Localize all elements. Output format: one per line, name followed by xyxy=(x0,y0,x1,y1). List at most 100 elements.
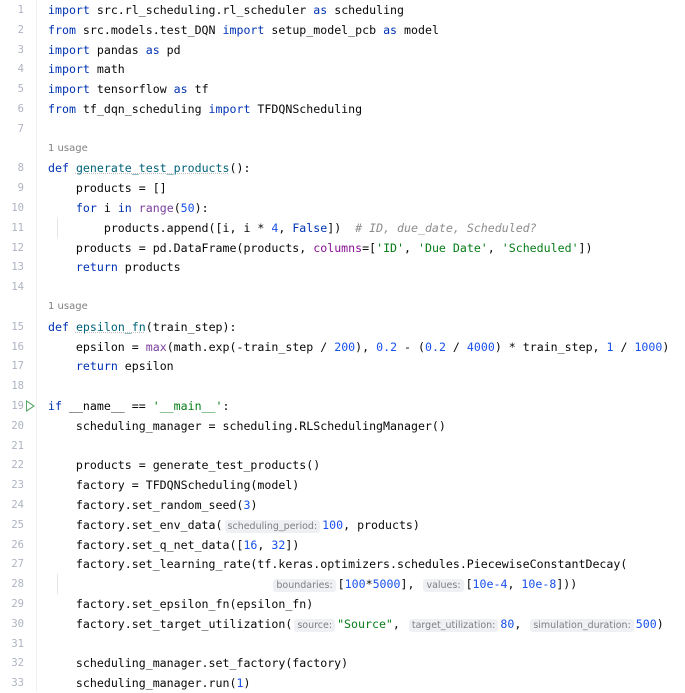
code-content[interactable]: factory.set_learning_rate(tf.keras.optim… xyxy=(48,554,627,574)
code-content[interactable]: def generate_test_products(): xyxy=(48,158,250,178)
code-line: 19 if __name__ == '__main__': xyxy=(0,396,685,416)
line-number: 3 xyxy=(17,43,24,56)
code-text: products = generate_test_products() xyxy=(48,458,321,473)
keyword: as xyxy=(383,22,398,37)
code-text: / xyxy=(613,339,635,354)
code-content[interactable]: from tf_dqn_scheduling import TFDQNSched… xyxy=(48,99,362,119)
keyword: import xyxy=(48,82,90,97)
usage-count-link[interactable]: 1 usage xyxy=(48,297,88,317)
code-content[interactable]: for i in range(50): xyxy=(48,198,209,218)
keyword: def xyxy=(48,319,69,334)
builtin: max xyxy=(145,339,167,354)
code-content[interactable]: import tensorflow as tf xyxy=(48,79,209,99)
code-text: - ( xyxy=(397,339,425,354)
function-name: epsilon_fn xyxy=(75,319,146,334)
code-line: 24 factory.set_random_seed(3) xyxy=(0,495,685,515)
code-text: ) xyxy=(250,498,258,512)
code-text: i xyxy=(96,201,118,215)
number-literal: 80 xyxy=(500,616,515,631)
line-number: 12 xyxy=(11,241,24,254)
code-content[interactable]: boundaries: [100*5000], values: [10e-4, 10… xyxy=(48,574,577,596)
code-content[interactable]: if __name__ == '__main__': xyxy=(48,396,230,416)
code-content[interactable]: return epsilon xyxy=(48,356,174,376)
code-text: / xyxy=(445,339,467,354)
code-content[interactable]: factory.set_epsilon_fn(epsilon_fn) xyxy=(48,594,313,614)
code-text: math xyxy=(89,62,125,77)
keyword: import xyxy=(48,62,90,77)
code-content[interactable]: factory.set_q_net_data([16, 32]) xyxy=(48,535,299,555)
code-content[interactable]: products = generate_test_products() xyxy=(48,455,320,475)
run-icon[interactable] xyxy=(26,400,35,412)
string-literal: '__main__' xyxy=(152,399,223,413)
line-number: 30 xyxy=(11,617,24,630)
keyword: import xyxy=(48,3,90,17)
code-content[interactable]: scheduling_manager.set_factory(factory) xyxy=(48,653,348,673)
code-line: 33 scheduling_manager.run(1) xyxy=(0,673,685,693)
code-content[interactable]: products = pd.DataFrame(products, column… xyxy=(48,238,593,258)
code-content[interactable]: from src.models.test_DQN import setup_mo… xyxy=(48,20,439,40)
code-line: 30 factory.set_target_utilization(source… xyxy=(0,614,685,634)
code-content[interactable]: products = [] xyxy=(48,178,167,198)
code-content[interactable]: factory = TFDQNScheduling(model) xyxy=(48,475,299,495)
code-content[interactable]: factory.set_random_seed(3) xyxy=(48,495,258,515)
code-content[interactable]: import src.rl_scheduling.rl_scheduler as… xyxy=(48,0,404,20)
code-text: factory.set_random_seed( xyxy=(48,498,244,512)
code-line: 22 products = generate_test_products() xyxy=(0,455,685,475)
keyword: as xyxy=(173,82,188,97)
number-literal: 100 xyxy=(322,517,344,532)
code-line: 14 xyxy=(0,277,685,297)
code-line: 4 import math xyxy=(0,59,685,79)
code-line: 28 boundaries: [100*5000], values: [10e-4,… xyxy=(0,574,685,596)
line-number: 11 xyxy=(11,221,24,234)
keyword: for xyxy=(75,201,97,215)
number-literal: 32 xyxy=(271,537,286,552)
number-literal: 50 xyxy=(180,201,195,215)
code-content[interactable]: import pandas as pd xyxy=(48,40,181,60)
number-literal: 500 xyxy=(635,616,657,631)
line-number: 2 xyxy=(17,23,24,36)
code-line: 27 factory.set_learning_rate(tf.keras.op… xyxy=(0,554,685,574)
code-content[interactable]: def epsilon_fn(train_step): xyxy=(48,317,237,337)
code-content[interactable]: scheduling_manager.run(1) xyxy=(48,673,251,693)
code-content[interactable]: factory.set_env_data(scheduling_period: 1… xyxy=(48,515,420,537)
code-content[interactable]: products.append([i, i * 4, False]) # ID,… xyxy=(48,218,537,238)
code-editor[interactable]: 1 import src.rl_scheduling.rl_scheduler a… xyxy=(0,0,685,692)
code-text: * xyxy=(365,577,373,592)
parameter-hint: boundaries: xyxy=(273,579,336,593)
keyword: False xyxy=(292,220,328,235)
code-content[interactable]: import math xyxy=(48,59,125,79)
usage-count-link[interactable]: 1 usage xyxy=(48,139,88,159)
code-text: epsilon = xyxy=(48,339,146,354)
code-line: 16 epsilon = max(math.exp(-train_step / … xyxy=(0,337,685,357)
code-text: [ xyxy=(337,577,345,592)
line-number: 28 xyxy=(11,578,24,591)
code-content[interactable]: factory.set_target_utilization(source: "S… xyxy=(48,614,664,636)
code-text: factory.set_target_utilization( xyxy=(48,616,293,631)
keyword: as xyxy=(313,3,328,17)
line-number: 22 xyxy=(11,459,24,472)
code-content[interactable]: epsilon = max(math.exp(-train_step / 200… xyxy=(48,337,669,357)
code-text: ) xyxy=(662,339,670,354)
number-literal: 0.2 xyxy=(376,339,398,354)
code-content[interactable]: scheduling_manager = scheduling.RLSchedu… xyxy=(48,416,446,436)
code-line: 17 return epsilon xyxy=(0,356,685,376)
code-text: scheduling xyxy=(327,3,405,17)
code-text: factory.set_env_data( xyxy=(48,517,223,532)
code-text: , xyxy=(278,220,293,235)
code-line: 2 from src.models.test_DQN import setup_m… xyxy=(0,20,685,40)
code-text: tensorflow xyxy=(89,82,174,97)
line-number: 15 xyxy=(11,320,24,333)
code-line: 31 xyxy=(0,634,685,654)
builtin: range xyxy=(138,201,174,215)
code-line: 15 def epsilon_fn(train_step): xyxy=(0,317,685,337)
code-line: 20 scheduling_manager = scheduling.RLSch… xyxy=(0,416,685,436)
code-text: model xyxy=(397,22,439,37)
line-number: 24 xyxy=(11,499,24,511)
number-literal: 200 xyxy=(334,339,356,354)
line-number: 10 xyxy=(11,202,24,214)
number-literal: 10e-4 xyxy=(472,577,508,592)
code-content[interactable]: return products xyxy=(48,257,181,277)
number-literal: 5000 xyxy=(372,577,401,592)
